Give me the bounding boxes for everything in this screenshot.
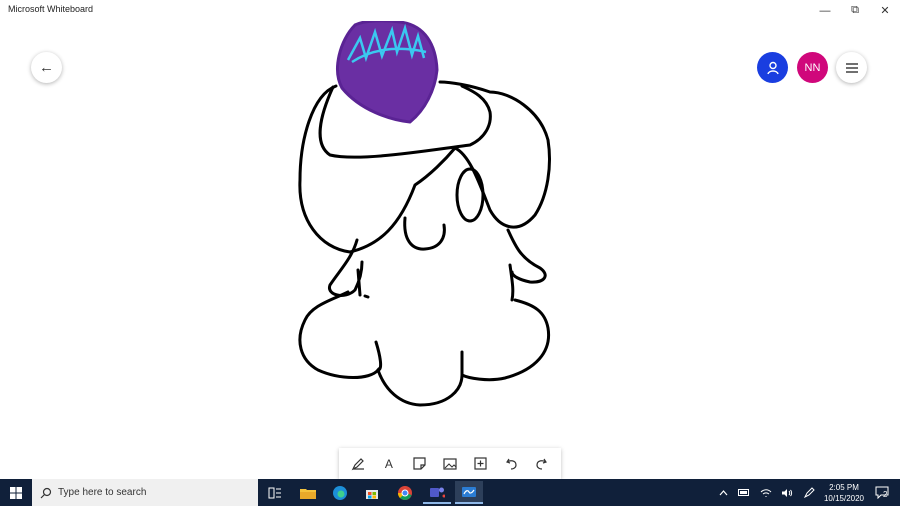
invite-button[interactable]	[757, 52, 788, 83]
pen-workspace-button[interactable]	[801, 479, 817, 506]
chevron-up-icon	[719, 489, 727, 495]
edge-icon	[333, 485, 347, 500]
battery-icon	[738, 489, 749, 496]
taskbar: Type here to search 2:05 PM 10/15/2020 2	[0, 479, 900, 506]
undo-icon	[505, 458, 517, 470]
windows-logo-icon	[10, 486, 22, 499]
back-button[interactable]: ←	[31, 52, 62, 83]
system-clock[interactable]: 2:05 PM 10/15/2020	[820, 482, 868, 504]
teams-icon	[430, 487, 445, 497]
app-title: Microsoft Whiteboard	[8, 4, 94, 14]
search-icon	[40, 487, 52, 498]
clock-time: 2:05 PM	[829, 483, 859, 492]
whiteboard-canvas[interactable]	[0, 19, 900, 479]
ink-drawing	[298, 19, 551, 407]
store-button[interactable]	[358, 481, 386, 504]
chrome-icon	[397, 485, 412, 500]
whiteboard-taskbar-button[interactable]	[455, 481, 483, 504]
pen-tool[interactable]	[345, 451, 371, 477]
body-seam	[374, 340, 464, 377]
image-tool[interactable]	[437, 451, 463, 477]
settings-menu-button[interactable]	[836, 52, 867, 83]
file-explorer-button[interactable]	[294, 481, 322, 504]
insert-icon	[474, 457, 487, 470]
whiteboard-icon	[462, 486, 476, 497]
note-tool[interactable]	[406, 451, 432, 477]
mouth	[403, 216, 446, 251]
person-icon	[766, 61, 779, 74]
store-icon	[366, 489, 378, 499]
eye	[455, 167, 485, 223]
volume-control[interactable]	[779, 479, 795, 506]
drawing-toolbar: A	[339, 448, 561, 479]
close-button[interactable]: ✕	[870, 0, 900, 21]
text-tool[interactable]: A	[376, 451, 402, 477]
maximize-button[interactable]: ⧉	[840, 0, 870, 21]
hamburger-icon	[845, 62, 858, 73]
note-icon	[413, 457, 426, 470]
user-avatar-button[interactable]: NN	[797, 52, 828, 83]
edge-button[interactable]	[326, 481, 354, 504]
redo-button[interactable]	[529, 451, 555, 477]
task-view-icon	[268, 487, 281, 498]
wifi-icon	[760, 488, 772, 497]
taskbar-search-box[interactable]: Type here to search	[32, 479, 258, 506]
pen-icon	[351, 457, 365, 470]
notification-center-button[interactable]: 2	[872, 479, 892, 506]
start-button[interactable]	[0, 479, 32, 506]
folder-icon	[300, 488, 316, 499]
chrome-button[interactable]	[391, 481, 419, 504]
insert-tool[interactable]	[468, 451, 494, 477]
teams-button[interactable]	[423, 481, 451, 504]
text-icon: A	[384, 456, 393, 471]
battery-status[interactable]	[736, 479, 752, 506]
purple-scribble	[336, 19, 439, 124]
redo-icon	[536, 458, 548, 470]
back-arrow-icon: ←	[39, 59, 54, 76]
clock-date: 10/15/2020	[823, 494, 865, 503]
body-outline	[298, 290, 551, 407]
speaker-icon	[782, 488, 793, 497]
pen-workspace-icon	[803, 487, 815, 498]
image-icon	[443, 457, 457, 470]
undo-button[interactable]	[498, 451, 524, 477]
right-arm	[506, 228, 547, 302]
notification-count: 2	[883, 490, 888, 499]
title-bar: Microsoft Whiteboard — ⧉ ✕	[0, 0, 900, 21]
avatar-initials: NN	[804, 61, 821, 74]
network-status[interactable]	[758, 479, 774, 506]
search-placeholder: Type here to search	[58, 487, 147, 498]
show-hidden-icons-button[interactable]	[715, 479, 731, 506]
minimize-button[interactable]: —	[810, 0, 840, 21]
task-view-button[interactable]	[261, 481, 289, 504]
